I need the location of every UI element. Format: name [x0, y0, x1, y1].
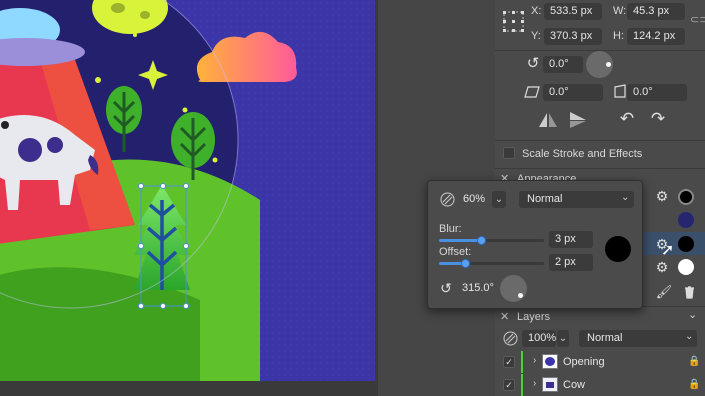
layer-visibility-checkbox[interactable]: ✓	[503, 379, 515, 391]
cloud	[196, 31, 297, 82]
angle-field[interactable]: 315.0°	[456, 280, 496, 297]
cursor-icon: ➚	[661, 242, 675, 259]
shadow-effect-popup: 60% ⌄ Normal ⌄ Blur: 3 px Offset: 2 px ↺…	[427, 180, 643, 309]
layer-thumbnail	[542, 354, 558, 369]
lock-icon[interactable]: 🔒	[688, 379, 700, 390]
layer-visibility-checkbox[interactable]: ✓	[503, 356, 515, 368]
chevron-down-icon: ⌄	[685, 331, 694, 342]
fill-swatch-white[interactable]	[678, 259, 694, 275]
shadow-blend-select[interactable]: Normal	[519, 191, 634, 208]
layers-collapse-icon[interactable]: ⌄	[688, 308, 697, 321]
shadow-opacity-field[interactable]: 60%	[457, 191, 489, 208]
layers-title: Layers	[517, 311, 551, 323]
illustration	[0, 0, 297, 381]
layer-color-bar	[521, 374, 523, 396]
h-label: H:	[613, 30, 624, 42]
w-field[interactable]: 45.3 px	[627, 3, 685, 20]
rotation-field[interactable]: 0.0°	[543, 56, 583, 73]
layer-row-opening[interactable]: ✓ › Opening 🔒	[495, 351, 705, 373]
fill-swatch-black[interactable]	[678, 189, 694, 205]
fill-swatch-navy[interactable]	[678, 212, 694, 228]
shear-field[interactable]: 0.0°	[543, 84, 603, 101]
gear-icon[interactable]: ⚙	[654, 259, 670, 275]
layer-blend-select[interactable]: Normal	[579, 330, 697, 347]
blur-slider-thumb[interactable]	[477, 236, 486, 245]
appearance-row-1[interactable]	[643, 186, 705, 208]
anchor-grid-icon[interactable]	[502, 10, 526, 34]
canvas-area[interactable]	[0, 0, 378, 396]
layer-name[interactable]: Cow	[563, 379, 585, 391]
layer-color-bar	[521, 351, 523, 373]
lock-icon[interactable]: 🔒	[688, 356, 700, 367]
offset-slider-thumb[interactable]	[461, 259, 471, 268]
blur-field[interactable]: 3 px	[549, 231, 593, 248]
layers-close-icon[interactable]: ✕	[500, 310, 509, 323]
layer-name[interactable]: Opening	[563, 356, 605, 368]
rotate-right-icon[interactable]: ↷	[648, 109, 668, 129]
layer-thumbnail	[542, 377, 558, 392]
rotation-dial[interactable]	[586, 51, 613, 78]
angle-dial[interactable]	[500, 275, 527, 302]
shadow-swatch[interactable]	[678, 236, 694, 252]
layer-opacity-field[interactable]: 100%	[522, 330, 556, 347]
shear-icon	[522, 83, 542, 101]
offset-label: Offset:	[439, 246, 472, 258]
layer-opacity-dropdown[interactable]: ⌄	[557, 330, 569, 347]
blur-label: Blur:	[439, 223, 462, 235]
rotate-left-icon[interactable]: ↶	[617, 109, 637, 129]
flip-horizontal-icon[interactable]	[538, 110, 558, 130]
brush-icon[interactable]: 🖌	[656, 284, 673, 300]
y-label: Y:	[531, 30, 541, 42]
flip-vertical-icon[interactable]	[568, 110, 588, 130]
chevron-down-icon: ⌄	[621, 192, 630, 203]
layer-row-cow[interactable]: ✓ › Cow 🔒	[495, 374, 705, 396]
rotate-icon: ↺	[526, 55, 540, 72]
offset-field[interactable]: 2 px	[549, 254, 593, 271]
h-field[interactable]: 124.2 px	[627, 28, 685, 45]
shadow-color-swatch[interactable]	[605, 236, 631, 262]
canvas-margin	[0, 381, 378, 396]
expand-icon[interactable]: ›	[533, 355, 536, 366]
artboard[interactable]	[0, 0, 375, 381]
skew-icon	[612, 82, 628, 100]
expand-icon[interactable]: ›	[533, 378, 536, 389]
trash-icon[interactable]	[681, 284, 697, 300]
scale-stroke-checkbox[interactable]	[503, 147, 515, 159]
blur-slider-fill	[439, 239, 481, 242]
link-icon[interactable]: ⊂⊃	[690, 13, 705, 26]
w-label: W:	[613, 5, 627, 17]
scale-stroke-label: Scale Stroke and Effects	[522, 148, 643, 160]
skew-field[interactable]: 0.0°	[627, 84, 687, 101]
x-label: X:	[531, 5, 542, 17]
gear-icon[interactable]: ⚙	[654, 188, 670, 204]
opacity-icon	[439, 191, 455, 207]
y-field[interactable]: 370.3 px	[544, 28, 602, 45]
opacity-icon	[502, 330, 518, 346]
x-field[interactable]: 533.5 px	[544, 3, 602, 20]
shadow-opacity-dropdown[interactable]: ⌄	[492, 191, 506, 208]
angle-icon: ↺	[440, 279, 452, 296]
